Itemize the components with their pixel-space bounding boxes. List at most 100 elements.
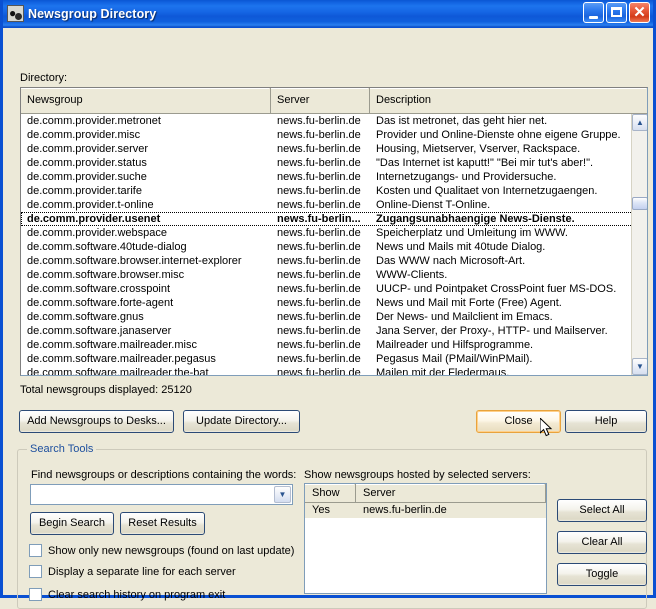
newsgroup-cell-server: news.fu-berlin.de [271,254,370,268]
newsgroup-row[interactable]: de.comm.provider.webspacenews.fu-berlin.… [21,226,647,240]
search-combo-box[interactable]: ▼ [30,484,293,505]
newsgroup-cell-description: News und Mails mit 40tude Dialog. [370,240,647,254]
newsgroup-cell-server: news.fu-berlin.de [271,142,370,156]
column-header-description[interactable]: Description [370,88,647,113]
server-list-header: Show Server [305,484,546,503]
checkbox-clear-history-box[interactable] [29,588,42,601]
column-header-newsgroup[interactable]: Newsgroup [21,88,271,113]
newsgroup-row[interactable]: de.comm.software.janaservernews.fu-berli… [21,324,647,338]
newsgroup-cell-description: Kosten und Qualitaet von Internetzugaeng… [370,184,647,198]
newsgroup-cell-name: de.comm.provider.suche [21,170,271,184]
newsgroup-cell-server: news.fu-berlin.de [271,198,370,212]
scrollbar-thumb[interactable] [632,197,648,210]
newsgroup-cell-description: Internetzugangs- und Providersuche. [370,170,647,184]
newsgroup-row[interactable]: de.comm.provider.t-onlinenews.fu-berlin.… [21,198,647,212]
newsgroup-row[interactable]: de.comm.software.40tude-dialognews.fu-be… [21,240,647,254]
checkbox-clear-history[interactable]: Clear search history on program exit [29,588,225,601]
newsgroup-cell-server: news.fu-berlin.de [271,282,370,296]
newsgroup-cell-server: news.fu-berlin.de [271,240,370,254]
clear-all-button[interactable]: Clear All [557,531,647,554]
newsgroup-row[interactable]: de.comm.provider.suchenews.fu-berlin.deI… [21,170,647,184]
window-title: Newsgroup Directory [28,7,156,21]
newsgroup-row[interactable]: de.comm.provider.metronetnews.fu-berlin.… [21,114,647,128]
newsgroup-cell-server: news.fu-berlin.de [271,156,370,170]
newsgroup-row[interactable]: de.comm.software.mailreader.the-batnews.… [21,366,647,375]
newsgroup-row[interactable]: de.comm.provider.statusnews.fu-berlin.de… [21,156,647,170]
newsgroup-cell-description: Jana Server, der Proxy-, HTTP- und Mails… [370,324,647,338]
newsgroup-cell-name: de.comm.provider.usenet [22,213,272,225]
app-icon-glyph: ● [9,6,16,20]
newsgroup-cell-description: WWW-Clients. [370,268,647,282]
newsgroup-row[interactable]: de.comm.software.gnusnews.fu-berlin.deDe… [21,310,647,324]
newsgroup-cell-server: news.fu-berlin.de [271,170,370,184]
newsgroup-cell-server: news.fu-berlin.de [271,114,370,128]
newsgroup-directory-window: ● Newsgroup Directory ✕ Directory: Newsg… [0,0,656,598]
newsgroup-row[interactable]: de.comm.software.crosspointnews.fu-berli… [21,282,647,296]
newsgroup-list[interactable]: Newsgroup Server Description de.comm.pro… [20,87,648,376]
toggle-button[interactable]: Toggle [557,563,647,586]
close-button[interactable]: Close [476,410,561,433]
checkbox-show-only-new-label: Show only new newsgroups (found on last … [48,545,294,557]
scroll-up-icon[interactable]: ▲ [632,114,648,131]
server-row[interactable]: Yesnews.fu-berlin.de [305,503,546,518]
newsgroup-cell-server: news.fu-berlin.de [271,310,370,324]
help-button[interactable]: Help [565,410,647,433]
checkbox-show-only-new[interactable]: Show only new newsgroups (found on last … [29,544,294,557]
newsgroup-cell-name: de.comm.software.browser.internet-explor… [21,254,271,268]
newsgroup-cell-server: news.fu-berlin.de [271,268,370,282]
newsgroup-row[interactable]: de.comm.software.forte-agentnews.fu-berl… [21,296,647,310]
dialog-client-area: Directory: Newsgroup Server Description … [3,28,653,595]
newsgroup-row[interactable]: de.comm.software.mailreader.pegasusnews.… [21,352,647,366]
newsgroup-cell-server: news.fu-berlin.de [271,128,370,142]
newsgroup-app-icon: ● [7,5,24,22]
checkbox-separate-line[interactable]: Display a separate line for each server [29,565,236,578]
newsgroup-cell-name: de.comm.provider.t-online [21,198,271,212]
close-window-button[interactable]: ✕ [629,2,650,23]
newsgroup-cell-server: news.fu-berlin.de [271,184,370,198]
newsgroup-cell-name: de.comm.software.mailreader.pegasus [21,352,271,366]
newsgroup-cell-name: de.comm.software.crosspoint [21,282,271,296]
newsgroup-cell-server: news.fu-berlin... [272,213,371,225]
newsgroup-cell-server: news.fu-berlin.de [271,352,370,366]
newsgroup-cell-name: de.comm.software.40tude-dialog [21,240,271,254]
checkbox-clear-history-label: Clear search history on program exit [48,589,225,601]
checkbox-show-only-new-box[interactable] [29,544,42,557]
newsgroup-row[interactable]: de.comm.provider.miscnews.fu-berlin.dePr… [21,128,647,142]
reset-results-button[interactable]: Reset Results [120,512,205,535]
newsgroup-cell-description: Mailen mit der Fledermaus. [370,366,647,375]
newsgroup-cell-name: de.comm.provider.status [21,156,271,170]
newsgroup-row[interactable]: de.comm.software.mailreader.miscnews.fu-… [21,338,647,352]
begin-search-button[interactable]: Begin Search [30,512,114,535]
directory-label: Directory: [20,72,67,84]
newsgroup-cell-name: de.comm.provider.misc [21,128,271,142]
newsgroup-row[interactable]: de.comm.software.browser.miscnews.fu-ber… [21,268,647,282]
newsgroup-row[interactable]: de.comm.software.browser.internet-explor… [21,254,647,268]
update-directory-button[interactable]: Update Directory... [183,410,300,433]
newsgroup-list-rows: de.comm.provider.metronetnews.fu-berlin.… [21,114,647,375]
checkbox-separate-line-box[interactable] [29,565,42,578]
newsgroup-row[interactable]: de.comm.provider.tarifenews.fu-berlin.de… [21,184,647,198]
server-list[interactable]: Show Server Yesnews.fu-berlin.de [304,483,547,594]
newsgroup-cell-description: Mailreader und Hilfsprogramme. [370,338,647,352]
newsgroup-row[interactable]: de.comm.provider.usenetnews.fu-berlin...… [21,212,647,226]
newsgroup-list-scrollbar[interactable]: ▲ ▼ [631,114,647,375]
newsgroup-cell-server: news.fu-berlin.de [271,296,370,310]
scroll-down-icon[interactable]: ▼ [632,358,648,375]
maximize-button[interactable] [606,2,627,23]
title-bar[interactable]: ● Newsgroup Directory ✕ [3,0,653,28]
newsgroup-cell-name: de.comm.provider.tarife [21,184,271,198]
column-header-server-name[interactable]: Server [356,484,546,502]
newsgroup-cell-description: Online-Dienst T-Online. [370,198,647,212]
minimize-button[interactable] [583,2,604,23]
column-header-show[interactable]: Show [305,484,356,502]
server-panel-label: Show newsgroups hosted by selected serve… [304,469,531,481]
maximize-icon [611,7,622,17]
newsgroup-cell-description: Speicherplatz und Umleitung im WWW. [370,226,647,240]
chevron-down-icon[interactable]: ▼ [274,486,291,503]
add-newsgroups-button[interactable]: Add Newsgroups to Desks... [19,410,174,433]
newsgroup-cell-description: Housing, Mietserver, Vserver, Rackspace. [370,142,647,156]
select-all-button[interactable]: Select All [557,499,647,522]
newsgroup-cell-description: Provider und Online-Dienste ohne eigene … [370,128,647,142]
newsgroup-row[interactable]: de.comm.provider.servernews.fu-berlin.de… [21,142,647,156]
column-header-server[interactable]: Server [271,88,370,113]
